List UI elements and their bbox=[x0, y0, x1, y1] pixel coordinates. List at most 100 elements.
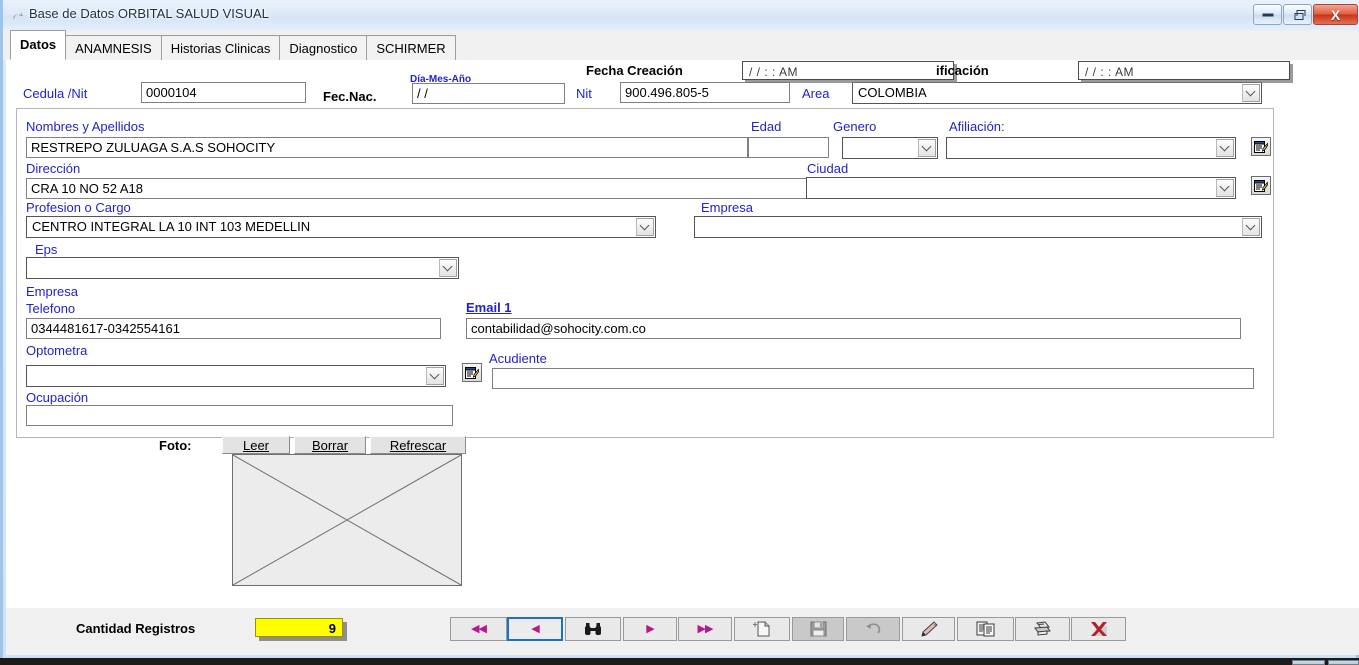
area-select[interactable]: COLOMBIA bbox=[852, 82, 1262, 104]
foto-placeholder[interactable] bbox=[232, 454, 462, 586]
afiliacion-editor-button[interactable] bbox=[1251, 137, 1271, 156]
taskbar-item-2[interactable] bbox=[1328, 660, 1359, 665]
previous-record-button[interactable]: ◀ bbox=[507, 617, 563, 641]
close-button[interactable]: X bbox=[1313, 4, 1358, 25]
chevron-down-icon[interactable] bbox=[1242, 218, 1260, 236]
print-record-button[interactable] bbox=[1015, 617, 1070, 641]
taskbar-item-1[interactable] bbox=[1292, 660, 1325, 665]
empresa-label: Empresa bbox=[701, 200, 754, 215]
new-record-button[interactable] bbox=[734, 617, 790, 641]
notepad-pencil-icon bbox=[1254, 180, 1268, 192]
nombres-input[interactable]: RESTREPO ZULUAGA S.A.S SOHOCITY bbox=[26, 137, 748, 158]
notepad-pencil-icon bbox=[1254, 141, 1268, 153]
fecnac-input[interactable]: / / bbox=[412, 83, 565, 104]
chevron-down-icon[interactable] bbox=[918, 139, 936, 157]
application-window: Base de Datos ORBITAL SALUD VISUAL X Fec… bbox=[0, 0, 1359, 658]
telefono-input[interactable]: 0344481617-0342554161 bbox=[26, 318, 441, 339]
chevron-down-icon[interactable] bbox=[1242, 84, 1260, 102]
tab-bar: Datos ANAMNESIS Historias Clinicas Diagn… bbox=[10, 30, 456, 60]
profesion-value: CENTRO INTEGRAL LA 10 INT 103 MEDELLIN bbox=[32, 219, 311, 234]
email-input[interactable]: contabilidad@sohocity.com.co bbox=[466, 318, 1241, 339]
empresa-section-label: Empresa bbox=[26, 284, 79, 299]
optometra-select[interactable] bbox=[26, 365, 446, 387]
tab-datos[interactable]: Datos bbox=[10, 30, 67, 60]
nombres-label: Nombres y Apellidos bbox=[26, 119, 145, 134]
direccion-input[interactable]: CRA 10 NO 52 A18 bbox=[26, 178, 807, 199]
minimize-button[interactable] bbox=[1253, 4, 1282, 25]
close-icon: X bbox=[1330, 6, 1341, 23]
cedula-label: Cedula /Nit bbox=[23, 86, 88, 101]
taskbar-sliver bbox=[0, 658, 1359, 665]
duplicate-record-button[interactable] bbox=[957, 617, 1014, 641]
afiliacion-label: Afiliación: bbox=[949, 119, 1005, 134]
next-record-button[interactable]: ▶ bbox=[623, 617, 677, 641]
ocupacion-label: Ocupación bbox=[26, 390, 89, 405]
telefono-label: Telefono bbox=[26, 301, 76, 316]
right-arrow-icon: ▶ bbox=[646, 622, 655, 635]
optometra-editor-button[interactable] bbox=[462, 363, 482, 382]
double-right-arrow-icon: ▶▶ bbox=[697, 622, 714, 635]
first-record-button[interactable]: ◀◀ bbox=[450, 617, 507, 641]
tab-diagnostico[interactable]: Diagnostico bbox=[279, 35, 368, 60]
ciudad-select[interactable] bbox=[806, 177, 1236, 199]
copy-pages-icon bbox=[976, 621, 995, 637]
profesion-select[interactable]: CENTRO INTEGRAL LA 10 INT 103 MEDELLIN bbox=[26, 216, 656, 238]
chevron-down-icon[interactable] bbox=[636, 218, 654, 236]
chevron-down-icon[interactable] bbox=[1216, 179, 1234, 197]
foto-borrar-button[interactable]: Borrar bbox=[294, 436, 366, 454]
ocupacion-input[interactable] bbox=[26, 405, 453, 426]
fecha-modificacion-field[interactable]: / / : : AM bbox=[1078, 61, 1290, 80]
cedula-input[interactable]: 0000104 bbox=[141, 82, 306, 103]
ciudad-editor-button[interactable] bbox=[1251, 176, 1271, 195]
acudiente-label: Acudiente bbox=[489, 351, 547, 366]
area-label: Area bbox=[802, 86, 830, 101]
chevron-down-icon[interactable] bbox=[1216, 139, 1234, 157]
foto-leer-button[interactable]: Leer bbox=[222, 436, 290, 454]
undo-record-button bbox=[846, 617, 900, 641]
pencil-icon bbox=[920, 621, 938, 637]
new-document-icon bbox=[753, 621, 770, 637]
edad-input[interactable] bbox=[748, 137, 829, 158]
foto-refrescar-label: Refrescar bbox=[389, 438, 447, 453]
delete-record-button[interactable] bbox=[1071, 617, 1126, 641]
chevron-down-icon[interactable] bbox=[426, 367, 444, 385]
restore-button[interactable] bbox=[1283, 4, 1312, 25]
fecha-modificacion-label: ificación bbox=[936, 63, 989, 78]
fecha-creacion-label: Fecha Creación bbox=[586, 63, 683, 78]
genero-select[interactable] bbox=[842, 137, 938, 159]
direccion-label: Dirección bbox=[26, 161, 81, 176]
empresa-select[interactable] bbox=[694, 216, 1262, 238]
app-icon bbox=[13, 12, 23, 19]
tab-historias-clinicas[interactable]: Historias Clinicas bbox=[160, 35, 281, 60]
notepad-pencil-icon bbox=[465, 367, 479, 379]
edad-label: Edad bbox=[751, 119, 782, 134]
title-bar: Base de Datos ORBITAL SALUD VISUAL X bbox=[3, 0, 1359, 30]
find-record-button[interactable] bbox=[565, 617, 621, 641]
chevron-down-icon[interactable] bbox=[439, 259, 457, 277]
floppy-disk-icon bbox=[810, 621, 826, 637]
save-record-button bbox=[792, 617, 844, 641]
minimize-icon bbox=[1262, 13, 1273, 16]
nit-label: Nit bbox=[576, 86, 592, 101]
profesion-label: Profesion o Cargo bbox=[26, 200, 131, 215]
tab-anamnesis[interactable]: ANAMNESIS bbox=[65, 35, 162, 60]
edit-record-button[interactable] bbox=[902, 617, 955, 641]
red-x-icon bbox=[1090, 622, 1107, 636]
tab-schirmer[interactable]: SCHIRMER bbox=[366, 35, 456, 60]
double-left-arrow-icon: ◀◀ bbox=[471, 622, 487, 635]
foto-borrar-label: Borrar bbox=[311, 438, 349, 453]
afiliacion-select[interactable] bbox=[946, 137, 1236, 159]
fecha-creacion-field[interactable]: / / : : AM bbox=[742, 61, 954, 80]
foto-refrescar-button[interactable]: Refrescar bbox=[370, 436, 466, 454]
ciudad-label: Ciudad bbox=[807, 161, 849, 176]
acudiente-input[interactable] bbox=[492, 368, 1254, 389]
binoculars-icon bbox=[585, 623, 601, 635]
undo-arrow-icon bbox=[866, 623, 881, 634]
printer-icon bbox=[1034, 621, 1051, 636]
eps-select[interactable] bbox=[26, 257, 459, 279]
empty-image-icon bbox=[232, 454, 462, 586]
nit-input[interactable]: 900.496.805-5 bbox=[620, 82, 790, 103]
cantidad-registros-value: 9 bbox=[255, 618, 343, 637]
label-clip-mask bbox=[908, 30, 936, 52]
last-record-button[interactable]: ▶▶ bbox=[678, 617, 732, 641]
